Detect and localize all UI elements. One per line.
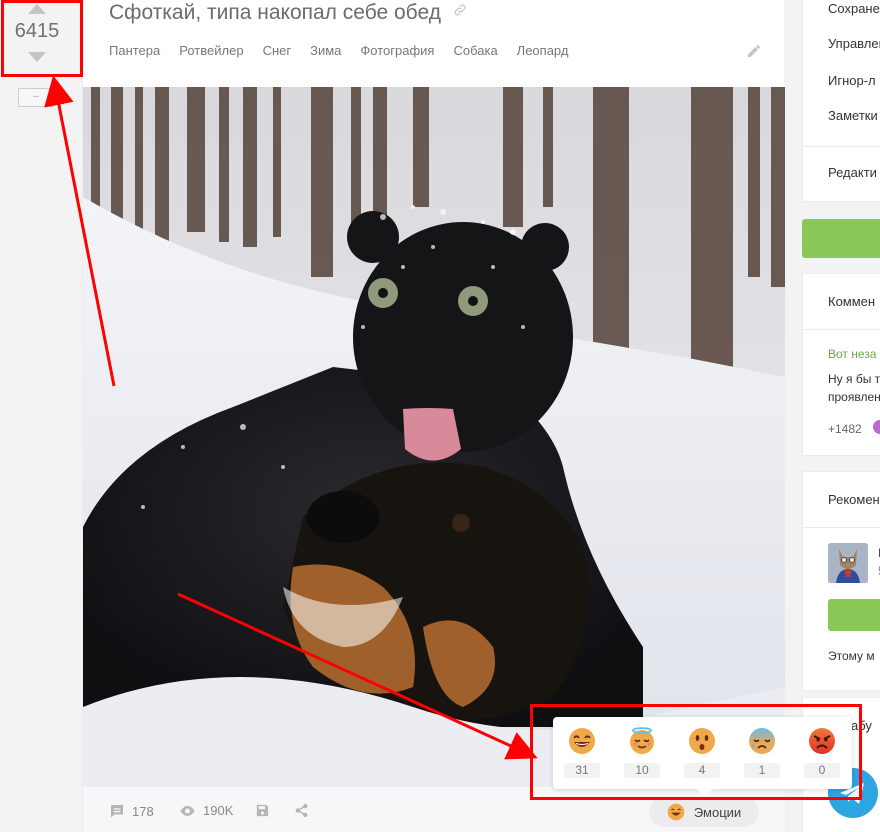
reaction-count: 31 (564, 763, 600, 778)
comment-text-line: Ну я бы т (828, 372, 880, 386)
reaction-angel[interactable]: 10 (624, 727, 660, 778)
reaction-sad[interactable]: 1 (744, 727, 780, 778)
eye-icon (180, 805, 195, 816)
comments-box-title: Коммен (828, 294, 876, 309)
angry-emoji-icon (809, 728, 835, 754)
menu-item-edit[interactable]: Редакти (828, 165, 877, 180)
sad-sweat-emoji-icon (749, 728, 775, 754)
save-button[interactable] (255, 803, 277, 818)
reaction-count: 1 (744, 763, 780, 778)
recommendations-title: Рекомен (828, 492, 880, 507)
reaction-surprised[interactable]: 4 (684, 727, 720, 778)
comments-count: 178 (132, 803, 154, 819)
link-icon[interactable] (453, 0, 467, 26)
upvote-arrow-icon[interactable] (28, 4, 46, 14)
laughing-emoji-icon (667, 803, 685, 821)
comment-score: +1482 (828, 422, 862, 436)
cat-avatar-image (828, 543, 868, 583)
comment-text-line: проявлен (828, 390, 880, 404)
laughing-emoji-icon (569, 728, 595, 754)
tag[interactable]: Собака (453, 43, 497, 58)
menu-item-ignore-list[interactable]: Игнор-л (828, 73, 876, 88)
rating-column: 6415 – (0, 0, 82, 832)
comments-link[interactable]: 178 (109, 803, 154, 819)
story-title[interactable]: Сфоткай, типа накопал себе обед (109, 0, 467, 26)
share-icon (295, 803, 308, 818)
downvote-arrow-icon[interactable] (28, 52, 46, 62)
surprised-emoji-icon (689, 728, 715, 754)
recommend-text: Этому м (828, 649, 875, 663)
minus-button[interactable]: – (18, 88, 54, 107)
tag[interactable]: Снег (263, 43, 292, 58)
avatar[interactable] (873, 420, 880, 434)
reaction-count: 0 (804, 763, 840, 778)
subscribe-button[interactable] (828, 599, 880, 631)
photo-illustration (83, 87, 785, 787)
reaction-count: 4 (684, 763, 720, 778)
story-footer: 178 190K Эмоции (83, 787, 785, 832)
comments-box: Коммен Вот неза Ну я бы т проявлен +1482 (802, 273, 880, 456)
divider (803, 329, 880, 330)
reaction-laughing[interactable]: 31 (564, 727, 600, 778)
emotions-label: Эмоции (693, 804, 742, 820)
bottom-box-title: абу (851, 718, 872, 733)
emotions-button[interactable]: Эмоции (649, 797, 759, 827)
reaction-angry[interactable]: 0 (804, 727, 840, 778)
tag[interactable]: Фотография (360, 43, 434, 58)
story-photo[interactable] (83, 87, 785, 787)
pencil-icon[interactable] (746, 43, 762, 59)
cat-avatar[interactable] (828, 543, 868, 583)
story-card: Сфоткай, типа накопал себе обед Пантера … (82, 0, 785, 832)
menu-item-manage[interactable]: Управлен (828, 36, 880, 51)
reactions-popup: 31 10 4 1 0 (553, 717, 852, 796)
share-button[interactable] (294, 803, 316, 818)
story-actions-box: Сохранен Управлен Игнор-л Заметки Редакт… (802, 0, 880, 202)
views-count: 190K (203, 803, 234, 818)
tag[interactable]: Зима (310, 43, 341, 58)
divider (803, 146, 880, 147)
comment-story-link[interactable]: Вот неза (828, 347, 876, 361)
rating-score: 6415 (14, 20, 60, 42)
tag[interactable]: Леопард (517, 43, 569, 58)
story-title-text[interactable]: Сфоткай, типа накопал себе обед (109, 1, 441, 24)
reaction-count: 10 (624, 763, 660, 778)
tag-list: Пантера Ротвейлер Снег Зима Фотография С… (109, 43, 587, 58)
tag[interactable]: Пантера (109, 43, 160, 58)
recommendations-box: Рекомен I 5 Этому м (802, 471, 880, 691)
menu-item-notes[interactable]: Заметки (828, 108, 878, 123)
comment-icon (111, 805, 123, 818)
views-counter: 190K (179, 803, 233, 818)
divider (803, 527, 880, 528)
floppy-disk-icon (256, 804, 269, 817)
tag[interactable]: Ротвейлер (179, 43, 243, 58)
green-action-button[interactable] (802, 219, 880, 258)
menu-item-saved[interactable]: Сохранен (828, 1, 880, 16)
angel-emoji-icon (630, 727, 654, 754)
